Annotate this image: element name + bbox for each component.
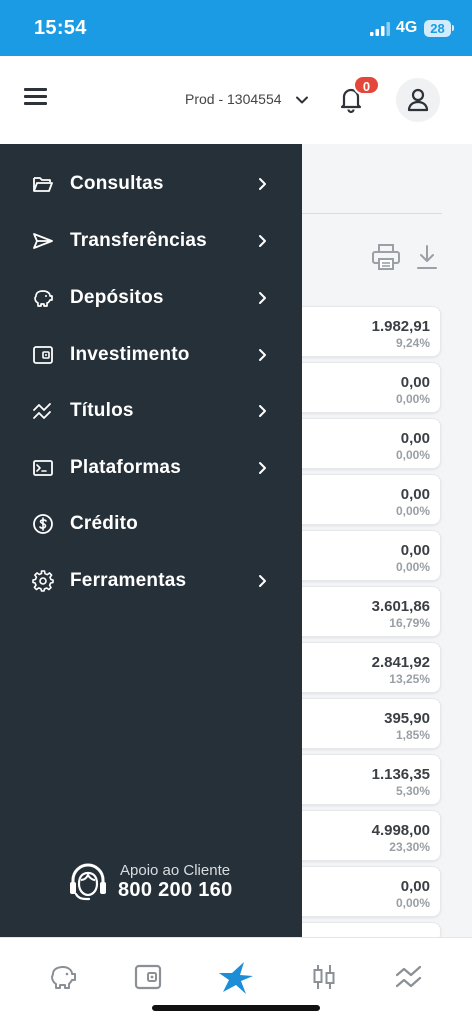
headset-icon [70, 863, 106, 901]
profile-button[interactable] [396, 78, 440, 122]
wallet-icon [33, 346, 53, 364]
holding-percent: 1,85% [395, 728, 430, 742]
user-icon [407, 88, 429, 112]
customer-support[interactable]: Apoio ao Cliente 800 200 160 [68, 862, 268, 902]
status-bar: 15:54 4G 28 [0, 0, 472, 56]
hamburger-line [24, 102, 47, 105]
holding-percent: 9,24% [395, 336, 430, 350]
menu-item-investimento[interactable]: Investimento [0, 331, 302, 379]
holding-percent: 16,79% [389, 616, 430, 630]
holding-percent: 23,30% [389, 840, 430, 854]
holding-value: 0,00 [400, 430, 430, 447]
support-phone[interactable]: 800 200 160 [118, 879, 233, 902]
notification-badge: 0 [353, 75, 380, 95]
menu-item-consultas[interactable]: Consultas [0, 160, 302, 208]
piggy-bank-icon[interactable] [48, 962, 78, 992]
chart-zigzag-icon[interactable] [394, 962, 424, 992]
menu-item-credito[interactable]: Crédito [0, 500, 302, 548]
menu-item-label: Títulos [70, 400, 134, 421]
piggy-bank-icon [34, 290, 53, 307]
app-header: Prod - 1304554 0 [0, 56, 472, 144]
menu-item-label: Transferências [70, 230, 207, 251]
holding-row[interactable]: 395,90 1,85% [280, 698, 441, 749]
chevron-right-icon [259, 575, 266, 587]
menu-item-transferencias[interactable]: Transferências [0, 217, 302, 265]
gear-icon [32, 570, 54, 592]
holding-row[interactable]: 1.136,35 5,30% [280, 754, 441, 805]
chevron-down-icon[interactable] [294, 92, 310, 108]
holding-percent: 0,00% [395, 504, 430, 518]
chevron-right-icon [259, 235, 266, 247]
menu-item-label: Crédito [70, 513, 138, 534]
chart-zigzag-icon [33, 403, 51, 419]
menu-item-label: Plataformas [70, 457, 181, 478]
holding-percent: 0,00% [395, 560, 430, 574]
holding-value: 0,00 [400, 374, 430, 391]
hamburger-line [24, 95, 47, 98]
candlestick-icon[interactable] [309, 962, 339, 992]
menu-item-label: Investimento [70, 344, 190, 365]
holding-percent: 0,00% [395, 896, 430, 910]
chevron-right-icon [259, 462, 266, 474]
holding-row[interactable]: 3.601,86 16,79% [280, 586, 441, 637]
signal-icon [370, 22, 390, 36]
menu-item-label: Depósitos [70, 287, 164, 308]
holding-row[interactable]: 0,00 0,00% [280, 474, 441, 525]
dollar-circle-icon [33, 514, 53, 534]
menu-item-depositos[interactable]: Depósitos [0, 274, 302, 322]
terminal-icon [33, 460, 53, 476]
holding-percent: 0,00% [395, 392, 430, 406]
holding-percent: 13,25% [389, 672, 430, 686]
holding-row[interactable]: 0,00 0,00% [280, 362, 441, 413]
send-icon [33, 233, 53, 249]
chevron-right-icon [259, 349, 266, 361]
holding-value: 3.601,86 [371, 598, 430, 615]
menu-item-label: Consultas [70, 173, 164, 194]
holding-row[interactable]: 0,00 0,00% [280, 866, 441, 917]
home-indicator [152, 1005, 320, 1011]
holding-value: 4.998,00 [371, 822, 430, 839]
holding-row[interactable]: 0,00 0,00% [280, 418, 441, 469]
section-divider [302, 213, 442, 214]
printer-icon[interactable] [372, 244, 400, 270]
chevron-right-icon [259, 178, 266, 190]
account-selector[interactable]: Prod - 1304554 [185, 91, 282, 107]
holding-value: 0,00 [400, 878, 430, 895]
side-drawer: Consultas Transferências Depósitos Inves… [0, 144, 302, 937]
battery-indicator: 28 [424, 20, 451, 37]
holding-row[interactable]: 2.841,92 13,25% [280, 642, 441, 693]
holding-value: 2.841,92 [371, 654, 430, 671]
wallet-icon[interactable] [133, 962, 163, 992]
hamburger-icon [24, 88, 47, 91]
network-type: 4G [396, 19, 418, 36]
chevron-right-icon [259, 292, 266, 304]
holding-value: 1.982,91 [371, 318, 430, 335]
menu-item-plataformas[interactable]: Plataformas [0, 444, 302, 492]
menu-item-ferramentas[interactable]: Ferramentas [0, 557, 302, 605]
download-icon[interactable] [416, 244, 438, 270]
chevron-right-icon [259, 405, 266, 417]
menu-toggle-button[interactable] [24, 88, 48, 106]
holding-value: 395,90 [384, 710, 430, 727]
star-icon[interactable] [218, 960, 254, 996]
holding-value: 1.136,35 [371, 766, 430, 783]
battery-tip [452, 25, 454, 31]
holding-value: 0,00 [400, 542, 430, 559]
holding-percent: 0,00% [395, 448, 430, 462]
support-label: Apoio ao Cliente [120, 862, 231, 879]
folder-open-icon [33, 177, 53, 192]
holding-value: 0,00 [400, 486, 430, 503]
holding-row[interactable]: 0,00 0,00% [280, 530, 441, 581]
holding-row[interactable]: 1.982,91 9,24% [280, 306, 441, 357]
holding-percent: 5,30% [395, 784, 430, 798]
menu-item-label: Ferramentas [70, 570, 187, 591]
holding-row[interactable]: 4.998,00 23,30% [280, 810, 441, 861]
menu-item-titulos[interactable]: Títulos [0, 387, 302, 435]
status-time: 15:54 [34, 17, 87, 39]
